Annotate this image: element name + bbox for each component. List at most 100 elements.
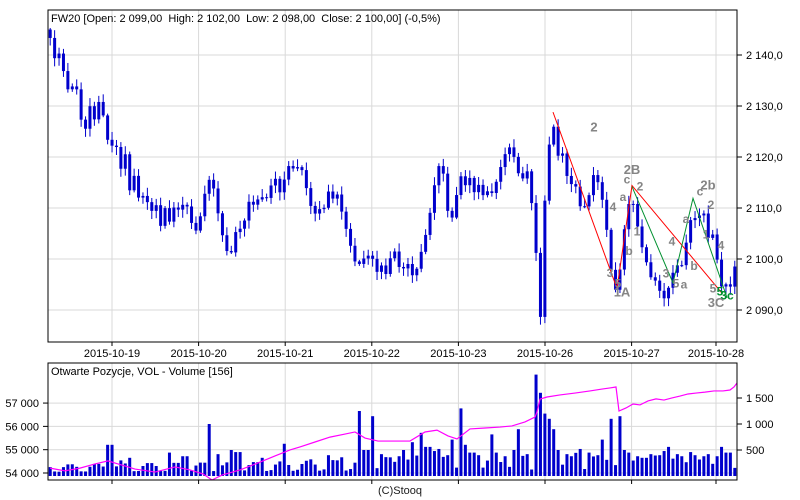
candle-body (48, 29, 52, 38)
candle-body (220, 213, 224, 236)
candle-body (653, 277, 657, 281)
volume-bar (137, 471, 141, 476)
candle-body (216, 188, 220, 214)
candle-body (309, 188, 313, 206)
candle-body (84, 119, 88, 129)
candle-body (680, 265, 684, 267)
candle-body (583, 206, 587, 208)
volume-bar (410, 442, 414, 476)
volume-bar (331, 460, 335, 476)
volume-bar (415, 455, 419, 476)
candle-body (711, 234, 715, 238)
volume-bar (640, 457, 644, 476)
volume-bar (455, 467, 459, 476)
candle-body (287, 166, 291, 180)
candle-body (393, 251, 397, 259)
price-axis-label: 2 110,0 (746, 203, 782, 215)
candle-body (273, 178, 277, 186)
volume-bar (441, 456, 445, 476)
volume-bar (728, 452, 732, 476)
volume-bar (357, 411, 361, 476)
candle-body (322, 207, 326, 210)
candle-body (463, 176, 467, 186)
candle-body (110, 139, 114, 146)
volume-bar (636, 456, 640, 476)
wave-label: 2b (700, 178, 715, 193)
volume-bar (605, 459, 609, 476)
price-axis-label: 2 090,0 (746, 305, 783, 317)
candle-body (636, 203, 640, 227)
volume-bar (499, 462, 503, 476)
candle-body (207, 179, 211, 194)
candle-body (278, 178, 282, 193)
candle-body (70, 86, 74, 90)
candle-body (159, 205, 163, 226)
volume-bar (318, 470, 322, 476)
candle-body (490, 191, 494, 194)
volume-bar (53, 471, 57, 476)
candle-body (123, 154, 127, 169)
volume-bar (88, 466, 92, 476)
wave-label: 4 (610, 200, 617, 214)
candle-body (543, 200, 547, 317)
price-axis-label: 2 100,0 (746, 254, 783, 266)
candle-body (640, 226, 644, 248)
price-axis-label: 2 120,0 (746, 152, 783, 164)
volume-bar (583, 469, 587, 476)
candle-body (728, 284, 732, 287)
volume-bar (406, 459, 410, 476)
volume-bar (265, 470, 269, 476)
volume-bar (733, 467, 737, 476)
volume-bar (644, 457, 648, 476)
wave-label: c (624, 172, 631, 186)
candle-body (128, 154, 132, 191)
candle-body (530, 171, 534, 204)
candle-body (662, 290, 666, 299)
wave-label: a (683, 212, 690, 226)
candle-body (494, 181, 498, 194)
wave-label: a (620, 190, 627, 204)
candle-body (468, 177, 472, 186)
volume-bar (371, 416, 375, 476)
candle-body (477, 184, 481, 193)
candle-body (256, 199, 260, 205)
wave-label: 1A (614, 285, 631, 300)
volume-bar (97, 463, 101, 476)
wave-label: 2 (708, 198, 715, 212)
volume-bar (84, 471, 88, 476)
date-axis-label: 2015-10-19 (84, 348, 140, 360)
candle-body (516, 156, 520, 174)
candle-body (141, 195, 145, 198)
volume-bar (534, 374, 538, 476)
candle-body (450, 210, 454, 218)
candle-body (397, 251, 401, 267)
volume-bar (309, 459, 313, 476)
date-axis-label: 2015-10-20 (170, 348, 226, 360)
candle-body (552, 126, 556, 145)
volume-bar (468, 452, 472, 476)
price-panel-header: FW20 [Open: 2 099,00 High: 2 102,00 Low:… (51, 13, 441, 25)
candle-body (163, 208, 167, 226)
volume-bar (101, 466, 105, 476)
date-axis-label: 2015-10-28 (688, 348, 744, 360)
candle-body (185, 204, 189, 207)
volume-bar (92, 463, 96, 476)
candle-body (362, 258, 366, 264)
volume-bar (596, 455, 600, 476)
volume-bar (538, 392, 542, 476)
date-axis-label: 2015-10-26 (517, 348, 573, 360)
candle-body (684, 242, 688, 266)
volume-bar (702, 456, 706, 476)
candle-body (596, 175, 600, 183)
candle-body (455, 195, 459, 218)
candle-body (609, 229, 613, 270)
candle-body (384, 265, 388, 274)
date-axis-label: 2015-10-22 (344, 348, 400, 360)
candle-body (724, 284, 728, 287)
volume-bar (428, 446, 432, 476)
volume-bar (706, 454, 710, 476)
wave-label: 2 (637, 180, 644, 194)
candle-body (481, 184, 485, 196)
candle-body (97, 101, 101, 120)
volume-bar (296, 469, 300, 476)
